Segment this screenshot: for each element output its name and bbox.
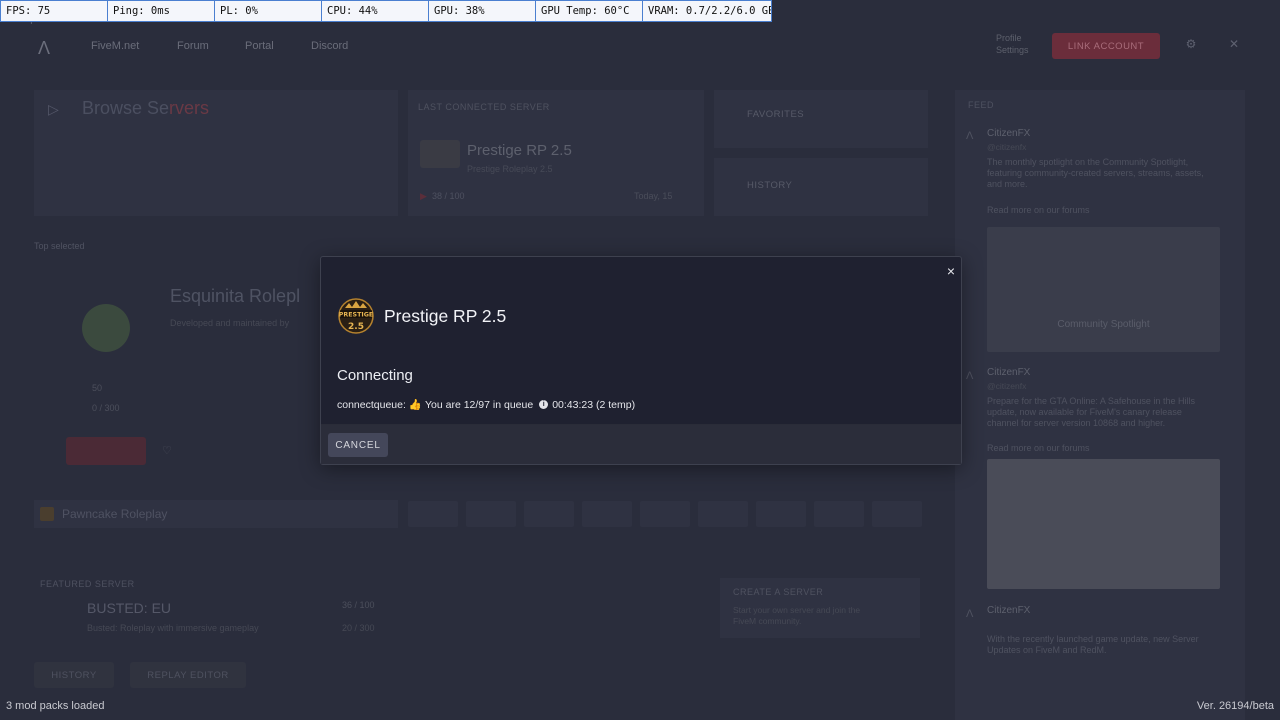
user-menu[interactable]: Profile Settings: [996, 32, 1029, 56]
featured-server-label: FEATURED SERVER: [40, 579, 135, 589]
category-button-4[interactable]: [582, 501, 632, 527]
top-navigation: Λ FiveM.net Forum Portal Discord Profile…: [0, 24, 1280, 68]
user-line-1: Profile: [996, 33, 1022, 43]
history-button[interactable]: HISTORY: [34, 662, 114, 688]
queue-prefix: connectqueue:: [337, 398, 406, 411]
feed-title: FEED: [968, 100, 995, 110]
spotlight-players: 0 / 300: [92, 403, 120, 413]
nav-portal[interactable]: Portal: [245, 40, 274, 52]
feed-read-more-link[interactable]: Read more on our forums: [987, 443, 1212, 454]
community-spotlight-image[interactable]: Community Spotlight: [987, 227, 1220, 352]
feed-avatar-icon: Λ: [966, 608, 974, 620]
feed-post-text: Prepare for the GTA Online: A Safehouse …: [987, 396, 1195, 428]
spotlight-ping: 50: [92, 383, 103, 393]
vram-readout: VRAM: 0.7/2.2/6.0 GB: [648, 5, 771, 17]
connection-status: Connecting: [337, 367, 413, 384]
link-account-button[interactable]: LINK ACCOUNT: [1052, 33, 1160, 59]
svg-text:PRESTIGE: PRESTIGE: [339, 312, 373, 319]
create-server-text: Start your own server and join the FiveM…: [733, 605, 861, 626]
thumbs-up-icon: 👍: [408, 399, 422, 411]
feed-read-more-link[interactable]: Read more on our forums: [987, 205, 1212, 216]
feed-post-text: With the recently launched game update, …: [987, 634, 1199, 655]
feed-author: CitizenFX: [987, 128, 1031, 139]
category-button-9[interactable]: [872, 501, 922, 527]
queue-message: connectqueue: 👍 You are 12/97 in queue i…: [337, 398, 636, 412]
category-button-7[interactable]: [756, 501, 806, 527]
spotlight-caption: Community Spotlight: [1057, 319, 1150, 330]
category-button-2[interactable]: [466, 501, 516, 527]
svg-text:2.5: 2.5: [348, 322, 364, 332]
fivem-logo-icon: Λ: [38, 38, 51, 58]
feed-author: CitizenFX: [987, 605, 1031, 616]
prestige-logo-icon: PRESTIGE 2.5: [338, 298, 374, 334]
nav-discord[interactable]: Discord: [311, 40, 348, 52]
browse-servers-title: Browse Servers: [82, 98, 210, 118]
feed-handle: @citizenfx: [987, 142, 1027, 152]
feed-handle: @citizenfx: [987, 381, 1027, 391]
last-connected-logo: [420, 140, 460, 168]
dialog-server-title: Prestige RP 2.5: [384, 306, 507, 326]
category-button-5[interactable]: [640, 501, 690, 527]
top-selected-label: Top selected: [34, 241, 85, 251]
feed-avatar-icon: Λ: [966, 370, 974, 382]
category-button-3[interactable]: [524, 501, 574, 527]
gpu-readout: GPU: 38%: [429, 1, 536, 21]
queue-time: 00:43:23 (2 temp): [552, 398, 636, 411]
mod-packs-status: 3 mod packs loaded: [6, 700, 105, 712]
featured-server-icon: [40, 507, 54, 521]
feed-author: CitizenFX: [987, 367, 1031, 378]
create-server-title: CREATE A SERVER: [733, 587, 824, 597]
last-connected-label: LAST CONNECTED SERVER: [418, 102, 550, 112]
favorites-label: FAVORITES: [747, 109, 805, 120]
category-button-8[interactable]: [814, 501, 864, 527]
cancel-button[interactable]: CANCEL: [328, 433, 388, 457]
spotlight-connect-button[interactable]: [66, 437, 146, 465]
user-line-2: Settings: [996, 45, 1029, 55]
featured-server-name: BUSTED: EU: [87, 600, 172, 616]
queue-position: You are 12/97 in queue: [424, 398, 534, 411]
last-connected-time: Today, 15: [634, 191, 673, 201]
packet-loss-readout: PL: 0%: [215, 1, 322, 21]
history-label: HISTORY: [747, 180, 793, 191]
spotlight-server-name: Esquinita Rolepl: [170, 286, 301, 306]
feed-avatar-icon: Λ: [966, 130, 974, 142]
category-button-6[interactable]: [698, 501, 748, 527]
dialog-footer: CANCEL: [321, 424, 961, 464]
gpu-temp-readout: GPU Temp: 60°C: [536, 1, 643, 21]
performance-overlay: FPS: 75 Ping: 0ms PL: 0% CPU: 44% GPU: 3…: [0, 0, 772, 22]
replay-editor-button[interactable]: REPLAY EDITOR: [130, 662, 246, 688]
version-label: Ver. 26194/beta: [1196, 700, 1274, 712]
clock-icon: i: [539, 400, 549, 409]
spotlight-server-stats: 50 0 / 300: [92, 378, 120, 418]
nav-fivem-net[interactable]: FiveM.net: [91, 40, 139, 52]
spotlight-server-logo: [82, 304, 130, 352]
safehouse-update-image[interactable]: [987, 459, 1220, 589]
spotlight-server-developer: Developed and maintained by: [170, 318, 290, 328]
featured-server-meta: 20 / 300: [342, 623, 375, 633]
ping-readout: Ping: 0ms: [108, 1, 215, 21]
featured-server-count: 36 / 100: [342, 600, 375, 610]
close-icon[interactable]: ×: [943, 263, 959, 279]
heart-icon[interactable]: ♡: [162, 444, 172, 457]
exit-icon[interactable]: ✕: [1225, 37, 1243, 55]
last-connected-subtitle: Prestige Roleplay 2.5: [467, 164, 553, 174]
cpu-readout: CPU: 44%: [322, 1, 429, 21]
feed-post-text: The monthly spotlight on the Community S…: [987, 157, 1204, 189]
connecting-dialog: × PRESTIGE 2.5 Prestige RP 2.5 Connectin…: [320, 256, 962, 465]
settings-icon[interactable]: ⚙: [1182, 37, 1200, 55]
fps-readout: FPS: 75: [1, 1, 108, 21]
category-button-1[interactable]: [408, 501, 458, 527]
play-icon: ▷: [48, 101, 59, 117]
featured-bar-name: Pawncake Roleplay: [62, 507, 168, 521]
nav-forum[interactable]: Forum: [177, 40, 209, 52]
last-connected-name: Prestige RP 2.5: [467, 142, 572, 159]
last-connected-players: ▶ 38 / 100: [420, 191, 465, 201]
featured-server-description: Busted: Roleplay with immersive gameplay: [87, 623, 259, 633]
